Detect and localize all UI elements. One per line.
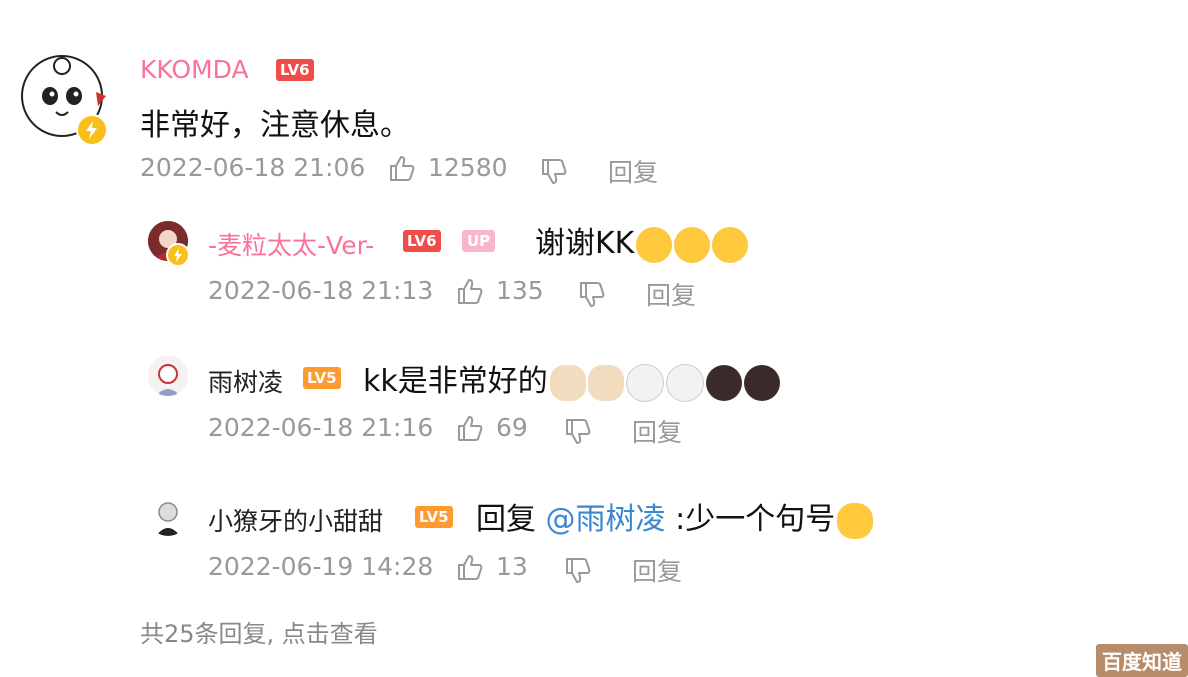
timestamp: 2022-06-18 21:13 xyxy=(208,276,434,305)
verified-badge-icon xyxy=(76,114,108,146)
reply-button[interactable]: 回复 xyxy=(632,413,682,449)
reply-text-content: :少一个句号 xyxy=(675,502,836,537)
timestamp: 2022-06-19 14:28 xyxy=(208,552,434,581)
thumbs-up-icon[interactable] xyxy=(388,154,416,182)
up-badge: UP xyxy=(462,230,496,252)
chef-emoji-icon xyxy=(665,363,704,402)
reply-button[interactable]: 回复 xyxy=(608,153,658,189)
verified-badge-icon xyxy=(166,243,190,267)
character-emoji-icon xyxy=(705,364,742,401)
username[interactable]: 雨树凌 xyxy=(208,363,283,399)
thumbs-down-icon[interactable] xyxy=(540,158,568,186)
like-count: 12580 xyxy=(428,153,508,182)
reply-text: 回复 @雨树凌 :少一个句号 xyxy=(476,494,874,539)
level-badge: LV5 xyxy=(303,367,341,389)
thumbs-down-icon[interactable] xyxy=(564,557,592,585)
avatar[interactable] xyxy=(148,356,188,396)
thumbs-down-icon[interactable] xyxy=(578,281,606,309)
reply-prefix: 回复 xyxy=(476,502,536,537)
comment-text: 非常好，注意休息。 xyxy=(140,108,410,143)
level-badge: LV6 xyxy=(403,230,441,252)
reply-button[interactable]: 回复 xyxy=(632,552,682,588)
crying-emoji-icon xyxy=(712,226,749,263)
reply-text-content: kk是非常好的 xyxy=(363,364,548,399)
avatar[interactable] xyxy=(148,496,188,536)
dog-emoji-icon xyxy=(549,364,586,401)
level-badge: LV5 xyxy=(415,506,453,528)
dog-emoji-icon xyxy=(587,364,624,401)
cat-emoji-icon xyxy=(837,502,874,539)
thumbs-down-icon[interactable] xyxy=(564,418,592,446)
watermark: 百度知道 xyxy=(1096,644,1188,677)
reply-text: 谢谢KK xyxy=(535,218,749,263)
crying-emoji-icon xyxy=(636,226,673,263)
mention-link[interactable]: @雨树凌 xyxy=(546,502,666,537)
view-all-replies-link[interactable]: 共25条回复, 点击查看 xyxy=(140,614,378,649)
crying-emoji-icon xyxy=(674,226,711,263)
reply-text-content: 谢谢KK xyxy=(535,226,635,261)
thumbs-up-icon[interactable] xyxy=(456,277,484,305)
level-badge: LV6 xyxy=(276,59,314,81)
reply-text: kk是非常好的 xyxy=(363,356,780,402)
username[interactable]: 小獠牙的小甜甜 xyxy=(208,502,383,538)
chef-emoji-icon xyxy=(625,363,664,402)
username[interactable]: -麦粒太太-Ver- xyxy=(208,226,374,262)
like-count: 13 xyxy=(496,552,528,581)
thumbs-up-icon[interactable] xyxy=(456,414,484,442)
character-emoji-icon xyxy=(743,364,780,401)
reply-button[interactable]: 回复 xyxy=(646,276,696,312)
username[interactable]: KKOMDA xyxy=(140,55,249,84)
thumbs-up-icon[interactable] xyxy=(456,553,484,581)
like-count: 135 xyxy=(496,276,544,305)
like-count: 69 xyxy=(496,413,528,442)
timestamp: 2022-06-18 21:16 xyxy=(208,413,434,442)
timestamp: 2022-06-18 21:06 xyxy=(140,153,366,182)
